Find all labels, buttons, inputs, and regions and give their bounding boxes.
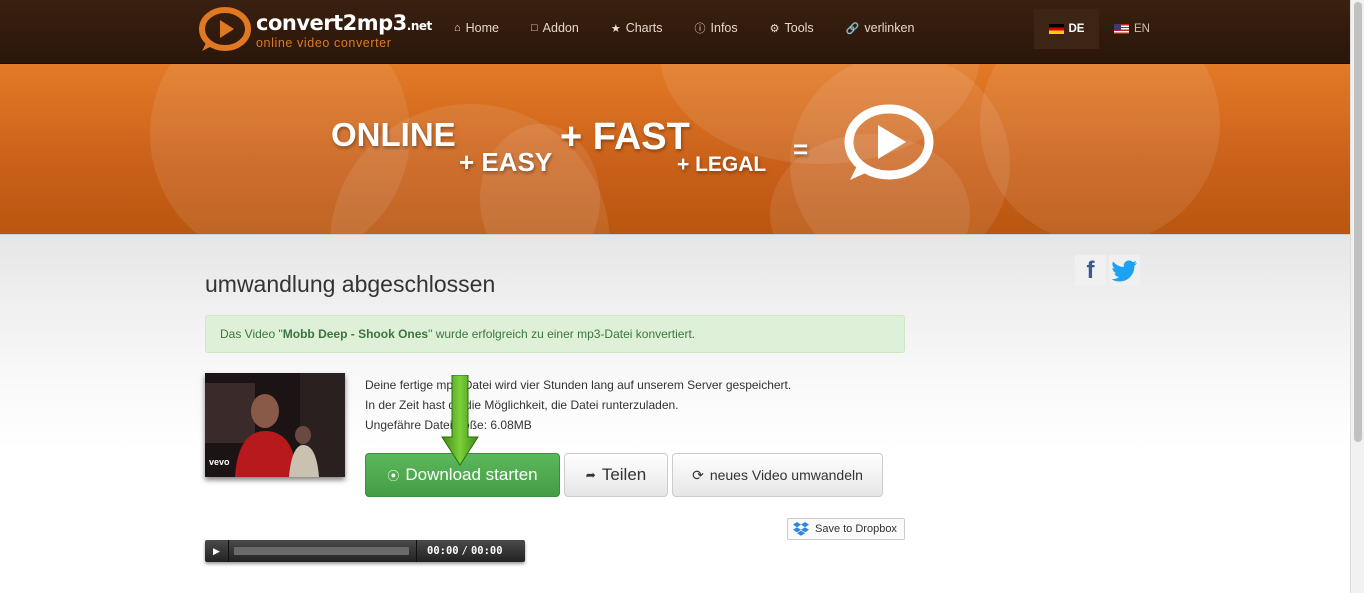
hero-play-logo-icon [844, 104, 934, 180]
gears-icon: ⚙ [769, 22, 780, 35]
dropbox-icon [793, 522, 809, 536]
facebook-icon: f [1086, 256, 1095, 284]
twitter-icon [1111, 260, 1137, 281]
site-logo[interactable]: convert2mp3.net online video converter [198, 7, 432, 53]
home-icon: ⌂ [454, 22, 461, 34]
refresh-icon: ⟳ [692, 466, 704, 483]
nav-label: Tools [784, 21, 814, 35]
info-line: Deine fertige mp3-Datei wird vier Stunde… [365, 378, 792, 392]
info-icon: ⓘ [694, 23, 706, 35]
nav-label: Home [465, 21, 499, 35]
top-navbar: convert2mp3.net online video converter ⌂… [0, 0, 1350, 64]
share-icon: ➦ [585, 468, 596, 482]
dropbox-label: Save to Dropbox [815, 523, 897, 535]
hero-easy: + EASY [459, 147, 553, 177]
logo-play-icon [199, 7, 251, 51]
hero-fast: + FAST [560, 116, 690, 158]
document-icon: □ [531, 22, 538, 34]
main-content: f umwandlung abgeschlossen Das Video " Mo… [0, 234, 1350, 593]
alert-prefix: Das Video " [220, 327, 283, 341]
nav-addon[interactable]: □ Addon [531, 21, 579, 35]
duration-time: 00:00 [470, 545, 503, 557]
nav-label: Charts [625, 21, 663, 35]
save-to-dropbox-button[interactable]: Save to Dropbox [787, 518, 905, 540]
play-icon: ▶ [213, 545, 220, 556]
hero-legal: + LEGAL [677, 153, 767, 176]
time-display: 00:00 / 00:00 [416, 540, 503, 562]
vevo-watermark: vevo [209, 457, 230, 467]
scrollbar-thumb[interactable] [1354, 2, 1362, 442]
facebook-share-button[interactable]: f [1075, 255, 1106, 286]
download-info: Deine fertige mp3-Datei wird vier Stunde… [365, 375, 791, 435]
logo-name: convert2mp3.net [256, 11, 432, 35]
audio-player: ▶ 00:00 / 00:00 [205, 540, 525, 562]
alert-video-title: Mobb Deep - Shook Ones [282, 327, 429, 341]
convert-new-label: neues Video umwandeln [709, 467, 863, 483]
convert-new-video-button[interactable]: ⟳ neues Video umwandeln [672, 453, 883, 497]
nav-infos[interactable]: ⓘ Infos [695, 20, 738, 36]
share-label: Teilen [601, 465, 647, 484]
info-line: In der Zeit hast du die Möglichkeit, die… [365, 398, 679, 412]
social-buttons: f [1075, 255, 1143, 286]
us-flag-icon [1114, 24, 1129, 34]
video-thumbnail: vevo [205, 373, 345, 477]
star-icon: ★ [610, 22, 621, 35]
play-button[interactable]: ▶ [205, 540, 229, 562]
language-en-label: EN [1134, 23, 1150, 35]
german-flag-icon [1048, 24, 1064, 34]
nav-verlinken[interactable]: 🔗 verlinken [846, 21, 915, 35]
nav-tools[interactable]: ⚙ Tools [770, 21, 814, 35]
download-icon: ⦿ [387, 468, 400, 483]
nav-label: verlinken [864, 21, 915, 35]
nav-charts[interactable]: ★ Charts [611, 21, 663, 35]
hero-online: ONLINE [331, 116, 456, 153]
current-time: 00:00 [427, 545, 459, 557]
twitter-share-button[interactable] [1109, 255, 1140, 286]
hero-banner: ONLINE + EASY + FAST + LEGAL = [0, 64, 1350, 234]
success-alert: Das Video " Mobb Deep - Shook Ones " wurde… [205, 315, 905, 353]
download-label: Download starten [405, 465, 538, 484]
info-line: Ungefähre Dateigröße: 6.08MB [365, 418, 532, 432]
page-title: umwandlung abgeschlossen [205, 271, 496, 297]
link-icon: 🔗 [845, 22, 860, 35]
hero-equals: = [793, 134, 809, 164]
language-de[interactable]: DE [1034, 9, 1099, 49]
share-button[interactable]: ➦ Teilen [564, 453, 668, 497]
audio-progress-bar[interactable] [234, 547, 409, 555]
logo-tagline: online video converter [256, 36, 392, 50]
main-nav: ⌂ Home □ Addon ★ Charts ⓘ Infos ⚙ Tools … [454, 0, 946, 56]
page-scrollbar[interactable] [1350, 0, 1364, 593]
language-de-label: DE [1068, 23, 1085, 35]
nav-home[interactable]: ⌂ Home [454, 21, 499, 35]
alert-suffix: " wurde erfolgreich zu einer mp3-Datei k… [428, 327, 696, 341]
nav-label: Addon [542, 21, 579, 35]
nav-label: Infos [710, 21, 738, 35]
language-en[interactable]: EN [1104, 9, 1160, 49]
green-arrow-down-icon [441, 375, 479, 466]
